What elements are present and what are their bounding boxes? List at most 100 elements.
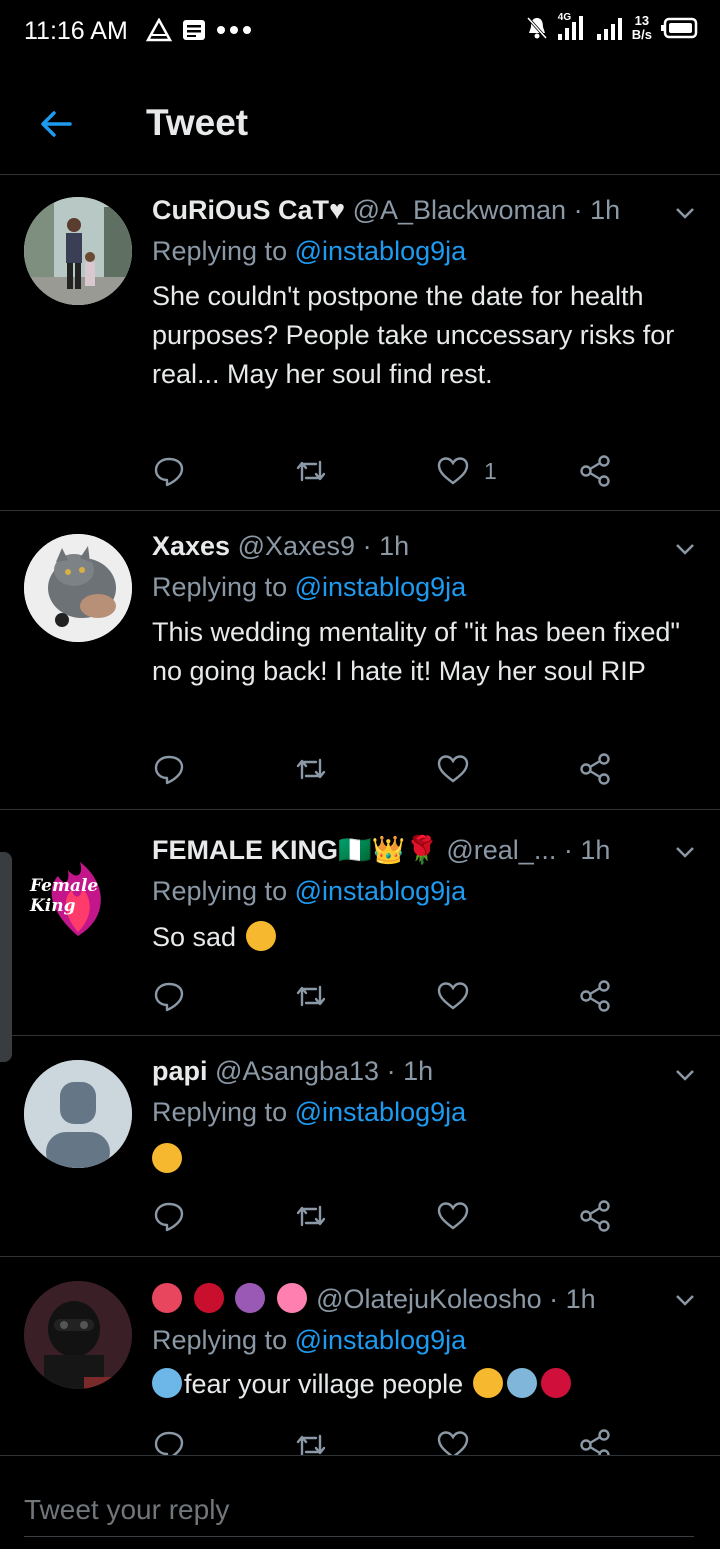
- replying-prefix: Replying to: [152, 1325, 288, 1355]
- warning-icon: [146, 18, 172, 42]
- retweet-button[interactable]: [294, 749, 328, 789]
- heart-icon: [437, 755, 469, 783]
- replying-handle-link[interactable]: @instablog9ja: [295, 572, 467, 602]
- user-handle[interactable]: @Asangba13: [215, 1056, 379, 1086]
- share-button[interactable]: [578, 1196, 612, 1236]
- heart-icon: [437, 982, 469, 1010]
- arrow-left-icon[interactable]: [36, 104, 76, 144]
- chevron-down-icon[interactable]: [672, 536, 698, 562]
- battery-icon: [661, 17, 698, 39]
- tweet-header: Xaxes @Xaxes9 · 1h: [152, 531, 640, 562]
- like-button[interactable]: [436, 976, 470, 1016]
- retweet-icon: [296, 758, 326, 780]
- broken-heart-emoji: [540, 1368, 571, 1398]
- default-avatar-icon: [24, 1060, 132, 1168]
- share-icon: [580, 455, 610, 487]
- reply-compose-bar: [0, 1455, 720, 1549]
- sad-face-emoji: [245, 921, 276, 951]
- tweet-text: This wedding mentality of "it has been f…: [152, 617, 680, 686]
- net-speed: 13 B/s: [632, 14, 652, 42]
- display-name[interactable]: papi: [152, 1056, 208, 1086]
- display-name[interactable]: Xaxes: [152, 531, 230, 561]
- fearful-face-emoji: [152, 1368, 182, 1398]
- retweet-button[interactable]: [294, 976, 328, 1016]
- tweet-actions: 1: [152, 451, 632, 491]
- avatar[interactable]: [24, 1281, 132, 1389]
- share-button[interactable]: [578, 1425, 612, 1455]
- retweet-icon: [296, 1434, 326, 1455]
- like-button[interactable]: [436, 1196, 470, 1236]
- signal-4g-icon: 4G: [556, 12, 588, 42]
- replying-handle-link[interactable]: @instablog9ja: [295, 1097, 467, 1127]
- chevron-down-icon[interactable]: [672, 1287, 698, 1313]
- page-title: Tweet: [146, 102, 249, 143]
- reply-icon: [154, 1431, 184, 1455]
- replying-handle-link[interactable]: @instablog9ja: [295, 1325, 467, 1355]
- replying-to: Replying to @instablog9ja: [152, 236, 466, 267]
- user-handle[interactable]: @real_...: [446, 835, 556, 865]
- avatar[interactable]: [24, 534, 132, 642]
- replying-to: Replying to @instablog9ja: [152, 1097, 466, 1128]
- tweet[interactable]: Female King FEMALE KING🇳🇬👑🌹 @real_... · …: [0, 810, 720, 1036]
- tweet[interactable]: papi @Asangba13 · 1h Replying to @instab…: [0, 1036, 720, 1257]
- reply-icon: [154, 1202, 184, 1232]
- reply-button[interactable]: [152, 1425, 186, 1455]
- reply-button[interactable]: [152, 451, 186, 491]
- avatar[interactable]: Female King: [24, 836, 132, 944]
- share-icon: [580, 980, 610, 1012]
- like-button[interactable]: 1: [436, 451, 497, 491]
- replying-to: Replying to @instablog9ja: [152, 572, 466, 603]
- message-icon: [183, 20, 205, 40]
- tweet-time: · 1h: [549, 1284, 596, 1314]
- retweet-icon: [296, 985, 326, 1007]
- display-name[interactable]: CuRiOuS CaT♥: [152, 195, 345, 225]
- retweet-button[interactable]: [294, 1196, 328, 1236]
- replying-handle-link[interactable]: @instablog9ja: [295, 236, 467, 266]
- retweet-button[interactable]: [294, 451, 328, 491]
- share-button[interactable]: [578, 451, 612, 491]
- tweet-body: So sad: [152, 918, 692, 957]
- user-handle[interactable]: @A_Blackwoman: [353, 195, 567, 225]
- tweet[interactable]: Xaxes @Xaxes9 · 1h Replying to @instablo…: [0, 511, 720, 810]
- reply-button[interactable]: [152, 976, 186, 1016]
- persevering-face-emoji: [472, 1368, 503, 1398]
- net-speed-unit: B/s: [631, 27, 652, 42]
- avatar[interactable]: [24, 197, 132, 305]
- tweet[interactable]: @OlatejuKoleosho · 1h Replying to @insta…: [0, 1257, 720, 1455]
- like-count: 1: [484, 457, 497, 484]
- chevron-down-icon[interactable]: [672, 839, 698, 865]
- retweet-icon: [296, 1205, 326, 1227]
- avatar[interactable]: [24, 1060, 132, 1168]
- avatar-text: Female King: [30, 876, 99, 916]
- tweet-actions: [152, 1425, 632, 1455]
- signal-icon: [596, 18, 622, 40]
- reply-button[interactable]: [152, 1196, 186, 1236]
- reply-button[interactable]: [152, 749, 186, 789]
- more-dots-icon: [217, 26, 251, 34]
- chevron-down-icon[interactable]: [672, 1062, 698, 1088]
- like-button[interactable]: [436, 749, 470, 789]
- retweet-button[interactable]: [294, 1425, 328, 1455]
- chevron-down-icon[interactable]: [672, 200, 698, 226]
- tweet-time: · 1h: [573, 195, 621, 225]
- like-button[interactable]: [436, 1425, 470, 1455]
- display-name[interactable]: FEMALE KING: [152, 835, 338, 865]
- sleepy-face-emoji: [152, 1143, 182, 1173]
- replying-to: Replying to @instablog9ja: [152, 876, 466, 907]
- share-button[interactable]: [578, 749, 612, 789]
- replying-handle-link[interactable]: @instablog9ja: [295, 876, 467, 906]
- tweet[interactable]: CuRiOuS CaT♥ @A_Blackwoman · 1h Replying…: [0, 175, 720, 511]
- user-handle[interactable]: @OlatejuKoleosho: [316, 1284, 542, 1314]
- mute-bell-icon: [526, 16, 547, 40]
- tweet-actions: [152, 976, 632, 1016]
- tweet-body: fear your village people: [152, 1365, 692, 1404]
- user-handle[interactable]: @Xaxes9: [238, 531, 355, 561]
- heart-icon: [437, 457, 469, 485]
- reply-input[interactable]: [24, 1484, 694, 1537]
- share-button[interactable]: [578, 976, 612, 1016]
- share-icon: [580, 1200, 610, 1232]
- system-icons: 4G 13 B/s: [526, 12, 698, 42]
- tweet-text: So sad: [152, 922, 237, 952]
- edge-panel-handle[interactable]: [0, 852, 12, 1062]
- heart-icon: [437, 1431, 469, 1455]
